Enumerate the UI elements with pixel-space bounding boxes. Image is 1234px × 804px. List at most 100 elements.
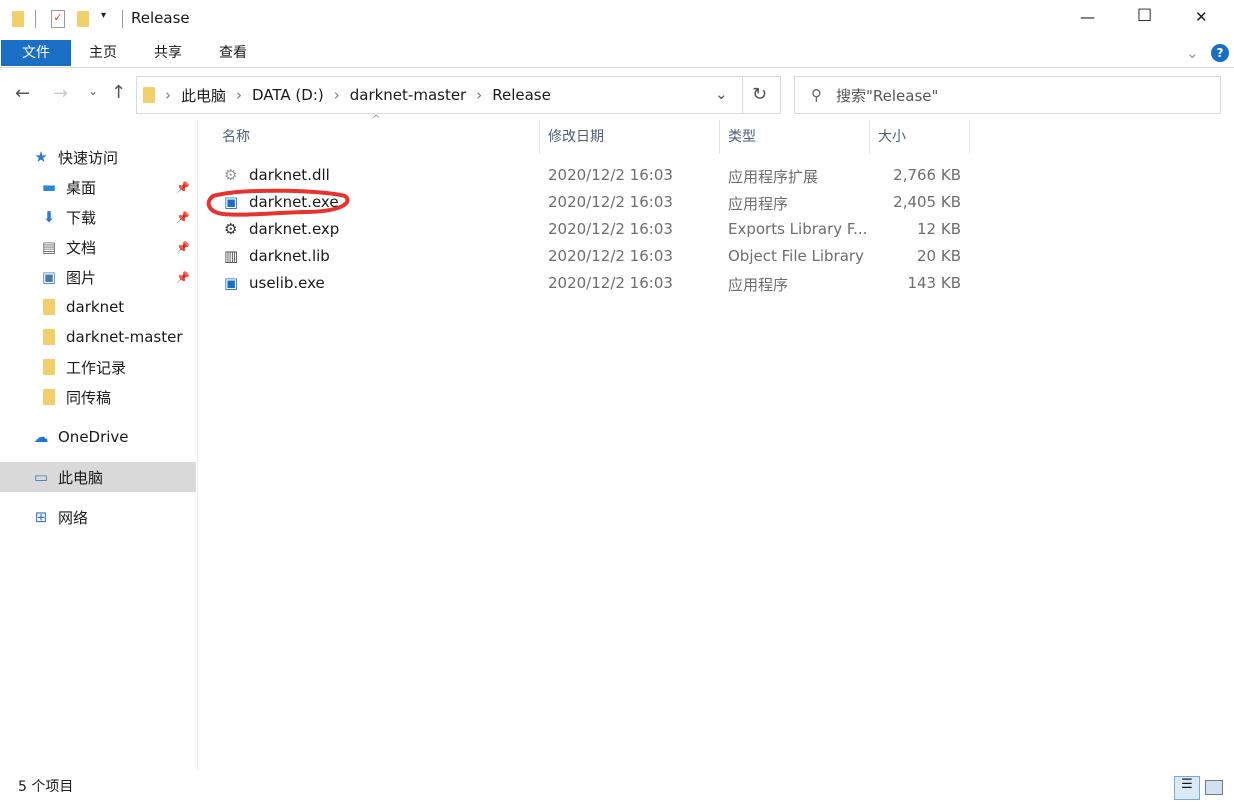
address-dropdown-icon[interactable]: ⌄: [715, 85, 728, 103]
divider: [122, 10, 123, 28]
sidebar-item[interactable]: ▬ 桌面 📌: [0, 172, 196, 202]
document-icon: ▤: [41, 238, 57, 256]
desktop-icon: ▬: [41, 178, 57, 196]
search-icon: ⚲: [811, 86, 822, 104]
sidebar-item[interactable]: ▭ 此电脑: [0, 462, 196, 492]
breadcrumb-item[interactable]: 此电脑: [181, 85, 226, 106]
file-size: 2,405 KB: [893, 193, 961, 211]
breadcrumb-item[interactable]: DATA (D:): [252, 86, 324, 104]
file-date: 2020/12/2 16:03: [548, 274, 673, 292]
file-size: 12 KB: [917, 220, 961, 238]
sidebar-item[interactable]: ▤ 文档 📌: [0, 232, 196, 262]
column-name[interactable]: 名称: [214, 120, 540, 154]
sidebar-item-label: darknet: [66, 298, 125, 316]
sidebar-item-label: 同传稿: [66, 388, 112, 407]
sidebar-item-label: 文档: [66, 238, 97, 257]
file-name: darknet.lib: [249, 247, 330, 265]
sidebar-item-label: 工作记录: [66, 358, 127, 377]
library-icon: ▥: [224, 247, 239, 265]
breadcrumb-item[interactable]: Release: [492, 86, 551, 104]
exe-icon: ▣: [224, 274, 239, 292]
pin-icon: 📌: [176, 210, 190, 224]
sidebar-item[interactable]: ⬇ 下载 📌: [0, 202, 196, 232]
column-header: ^ 名称 修改日期 类型 大小: [200, 114, 1234, 154]
pictures-icon: ▣: [41, 268, 57, 286]
sidebar-item-label: 快速访问: [58, 148, 119, 167]
tab-file[interactable]: 文件: [1, 40, 71, 66]
minimize-button[interactable]: —: [1080, 8, 1095, 26]
pin-icon: 📌: [176, 240, 190, 254]
address-bar[interactable]: › 此电脑 › DATA (D:) › darknet-master › Release…: [136, 76, 781, 114]
sidebar-item-label: 桌面: [66, 178, 97, 197]
column-date[interactable]: 修改日期: [540, 120, 720, 154]
expand-ribbon-icon[interactable]: ⌄: [1186, 44, 1199, 62]
file-row[interactable]: ▥ darknet.lib 2020/12/2 16:03 Object Fil…: [214, 243, 974, 270]
folder-icon: [40, 299, 58, 315]
file-date: 2020/12/2 16:03: [548, 220, 673, 238]
folder-icon: [143, 87, 155, 103]
ribbon: 文件 主页 共享 查看 ⌄ ?: [0, 38, 1234, 68]
folder-icon: [12, 11, 24, 27]
sidebar-item[interactable]: ★ 快速访问: [0, 142, 196, 172]
new-folder-icon[interactable]: [77, 11, 89, 27]
large-icons-view-button[interactable]: [1205, 780, 1223, 795]
sidebar-item[interactable]: darknet: [0, 292, 196, 322]
sidebar-item[interactable]: 同传稿: [0, 382, 196, 412]
file-size: 143 KB: [907, 274, 961, 292]
file-type: 应用程序扩展: [728, 168, 819, 186]
sidebar-item-label: OneDrive: [58, 428, 129, 446]
maximize-button[interactable]: ☐: [1137, 6, 1152, 26]
sidebar-item[interactable]: ▣ 图片 📌: [0, 262, 196, 292]
status-count: 5 个项目: [18, 779, 74, 795]
tab-view[interactable]: 查看: [208, 40, 258, 66]
sidebar-item-label: 下载: [66, 208, 97, 227]
column-type[interactable]: 类型: [720, 120, 870, 154]
details-view-button[interactable]: ☰: [1174, 776, 1200, 800]
search-box[interactable]: ⚲ 搜索"Release": [794, 76, 1221, 114]
window-title: Release: [131, 9, 190, 27]
title-bar: ✓ ▾ Release — ☐ ✕: [0, 0, 1234, 38]
sidebar-item[interactable]: ⊞ 网络: [0, 502, 196, 532]
sidebar-item-label: 网络: [58, 508, 89, 527]
download-icon: ⬇: [42, 208, 56, 226]
up-button[interactable]: ↑: [111, 82, 126, 103]
pin-icon: 📌: [176, 180, 190, 194]
star-icon: ★: [34, 148, 48, 166]
file-row[interactable]: ⚙ darknet.dll 2020/12/2 16:03 应用程序扩展 2,7…: [214, 162, 974, 189]
sidebar-item[interactable]: 工作记录: [0, 352, 196, 382]
sidebar-item[interactable]: darknet-master: [0, 322, 196, 352]
tab-home[interactable]: 主页: [78, 40, 128, 66]
file-row[interactable]: ▣ uselib.exe 2020/12/2 16:03 应用程序 143 KB: [214, 270, 974, 297]
folder-icon: [40, 359, 58, 375]
properties-icon[interactable]: ✓: [51, 10, 65, 28]
tab-share[interactable]: 共享: [143, 40, 193, 66]
red-annotation-circle: [206, 188, 350, 217]
dll-icon: ⚙: [224, 166, 238, 184]
folder-icon: [40, 329, 58, 345]
pin-icon: 📌: [176, 270, 190, 284]
back-button[interactable]: ←: [15, 83, 30, 104]
file-date: 2020/12/2 16:03: [548, 193, 673, 211]
file-name: uselib.exe: [249, 274, 325, 292]
divider: [35, 10, 36, 28]
column-size[interactable]: 大小: [870, 120, 970, 154]
refresh-icon[interactable]: ↻: [752, 84, 767, 105]
file-type: Object File Library: [728, 247, 864, 265]
file-size: 20 KB: [917, 247, 961, 265]
search-placeholder: 搜索"Release": [836, 86, 939, 105]
cloud-icon: ☁: [33, 428, 49, 446]
file-size: 2,766 KB: [893, 166, 961, 184]
help-icon[interactable]: ?: [1211, 44, 1229, 62]
forward-button[interactable]: →: [53, 83, 68, 104]
file-date: 2020/12/2 16:03: [548, 166, 673, 184]
recent-locations-icon[interactable]: ⌄: [88, 84, 98, 98]
file-type: 应用程序: [728, 276, 789, 294]
file-type: 应用程序: [728, 195, 789, 213]
folder-icon: [40, 389, 58, 405]
customize-dropdown-icon[interactable]: ▾: [101, 10, 106, 21]
sidebar-item-label: darknet-master: [66, 328, 183, 346]
sidebar-item[interactable]: ☁ OneDrive: [0, 422, 196, 452]
breadcrumb-item[interactable]: darknet-master: [350, 86, 467, 104]
file-type: Exports Library F...: [728, 220, 868, 238]
close-button[interactable]: ✕: [1195, 8, 1208, 26]
